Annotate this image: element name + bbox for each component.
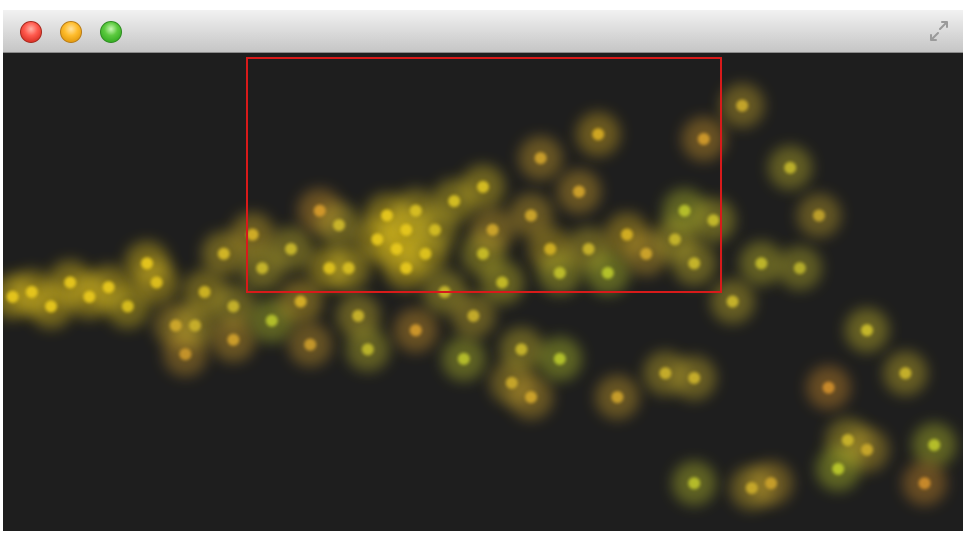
data-point[interactable] [793,262,806,275]
data-point[interactable] [361,343,374,356]
data-point[interactable] [227,333,240,346]
data-point[interactable] [150,276,163,289]
data-point[interactable] [121,300,134,313]
selection-rectangle[interactable] [246,57,722,293]
data-point[interactable] [467,309,480,322]
data-point[interactable] [352,309,365,322]
data-point[interactable] [45,300,57,313]
data-point[interactable] [832,462,845,475]
data-point[interactable] [505,376,518,389]
close-button[interactable] [20,21,42,43]
zoom-button[interactable] [100,21,122,43]
data-point[interactable] [64,276,77,289]
data-point[interactable] [745,481,758,494]
data-point[interactable] [688,372,701,385]
data-point[interactable] [265,314,278,327]
data-point[interactable] [726,295,739,308]
data-point[interactable] [515,343,528,356]
data-point[interactable] [6,290,19,303]
data-point[interactable] [841,434,854,447]
data-point[interactable] [899,367,912,380]
data-point[interactable] [217,247,230,260]
data-point[interactable] [141,257,153,270]
data-point[interactable] [227,300,240,313]
data-point[interactable] [813,209,825,222]
data-point[interactable] [179,348,192,361]
data-point[interactable] [198,286,211,298]
data-point[interactable] [861,443,873,456]
data-point[interactable] [918,477,931,490]
data-point[interactable] [409,324,422,337]
data-point[interactable] [189,319,201,332]
data-point[interactable] [294,295,307,308]
data-point[interactable] [102,281,115,294]
data-point[interactable] [861,324,873,337]
data-point[interactable] [736,99,749,112]
data-point[interactable] [822,381,835,394]
data-point[interactable] [688,477,701,490]
data-point[interactable] [765,477,777,490]
data-point[interactable] [553,352,566,365]
fullscreen-arrows-icon[interactable] [927,20,951,42]
data-point[interactable] [525,391,537,404]
data-point[interactable] [755,257,768,270]
data-point[interactable] [169,319,182,332]
data-point[interactable] [928,438,941,451]
title-bar[interactable] [3,10,963,53]
data-point[interactable] [457,352,470,365]
minimize-button[interactable] [60,21,82,43]
data-point[interactable] [659,367,672,380]
app-window [3,10,963,531]
data-point[interactable] [83,290,96,303]
data-point[interactable] [304,338,317,351]
data-point[interactable] [25,286,38,298]
data-point[interactable] [784,161,797,174]
data-point[interactable] [611,391,624,404]
